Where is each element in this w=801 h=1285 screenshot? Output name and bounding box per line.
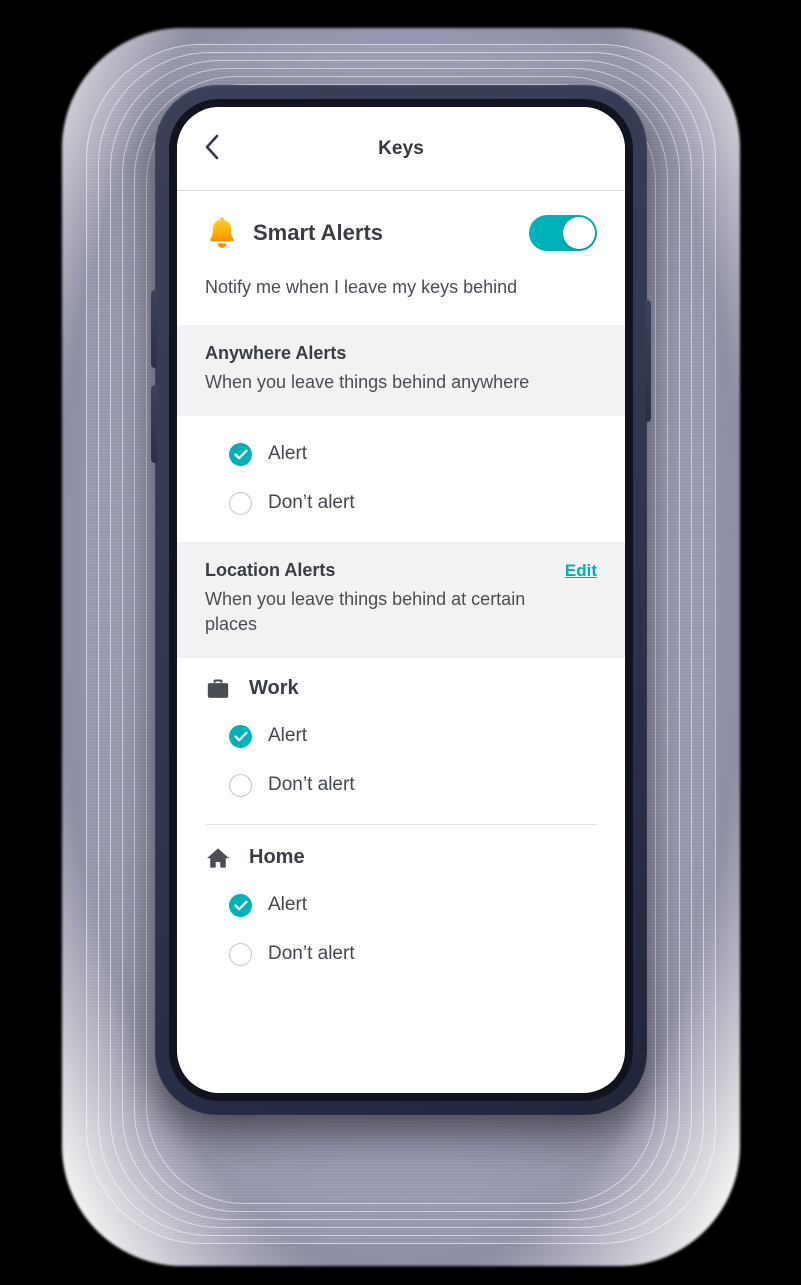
option-row-alert[interactable]: Alert [177, 430, 625, 479]
place-group-work: Work Alert Don’t alert [177, 657, 625, 814]
option-label: Alert [268, 443, 308, 465]
smart-alerts-section: Smart Alerts Notify me when I leave my k… [177, 191, 625, 326]
back-button[interactable] [191, 129, 231, 169]
anywhere-alerts-header: Anywhere Alerts When you leave things be… [177, 325, 625, 416]
radio-selected-icon[interactable] [229, 893, 252, 917]
bell-icon [205, 216, 239, 250]
phone-screen: Keys Smart Alerts Notify me when I leave… [177, 107, 625, 1093]
option-row-dont-alert[interactable]: Don’t alert [177, 930, 625, 979]
radio-selected-icon[interactable] [229, 442, 252, 466]
place-header-home: Home [177, 831, 625, 879]
place-divider [205, 823, 597, 825]
location-alerts-header: Location Alerts Edit When you leave thin… [177, 541, 625, 658]
location-alerts-header-top: Location Alerts Edit [205, 560, 597, 581]
radio-unselected-icon[interactable] [229, 942, 252, 966]
anywhere-alerts-subtitle: When you leave things behind anywhere [205, 372, 530, 393]
page-title: Keys [378, 137, 424, 159]
location-alerts-subtitle: When you leave things behind at certain … [205, 588, 526, 635]
toggle-knob [563, 217, 595, 249]
place-group-home: Home Alert Don’t alert [177, 826, 625, 983]
anywhere-alerts-options: Alert Don’t alert [177, 415, 625, 542]
chevron-left-icon [203, 133, 220, 164]
option-label: Alert [268, 894, 308, 916]
option-row-alert[interactable]: Alert [177, 712, 625, 761]
nav-bar: Keys [177, 107, 625, 191]
option-row-dont-alert[interactable]: Don’t alert [177, 761, 625, 810]
home-icon [205, 845, 231, 871]
smart-alerts-label-group: Smart Alerts [205, 216, 383, 250]
work-options: Alert Don’t alert [177, 709, 625, 814]
briefcase-icon [205, 676, 231, 702]
screenshot-stage: Keys Smart Alerts Notify me when I leave… [0, 0, 801, 1285]
option-label: Alert [268, 725, 308, 747]
option-label: Don’t alert [268, 492, 355, 514]
location-alerts-title: Location Alerts [205, 559, 336, 580]
volume-down-button[interactable] [151, 385, 157, 463]
place-name: Work [249, 677, 299, 700]
phone-device-frame: Keys Smart Alerts Notify me when I leave… [151, 85, 651, 1115]
edit-link[interactable]: Edit [565, 561, 597, 581]
smart-alerts-row: Smart Alerts [205, 215, 597, 251]
option-label: Don’t alert [268, 774, 355, 796]
anywhere-alerts-title: Anywhere Alerts [205, 343, 347, 364]
place-name: Home [249, 846, 305, 869]
radio-unselected-icon[interactable] [229, 773, 252, 797]
anywhere-alerts-header-top: Anywhere Alerts [205, 343, 597, 364]
radio-selected-icon[interactable] [229, 724, 252, 748]
option-row-alert[interactable]: Alert [177, 881, 625, 930]
home-options: Alert Don’t alert [177, 878, 625, 983]
place-header-work: Work [177, 662, 625, 710]
radio-unselected-icon[interactable] [229, 491, 252, 515]
smart-alerts-toggle[interactable] [529, 215, 597, 251]
smart-alerts-subtitle: Notify me when I leave my keys behind [205, 277, 518, 297]
option-label: Don’t alert [268, 943, 355, 965]
smart-alerts-title: Smart Alerts [253, 220, 384, 245]
option-row-dont-alert[interactable]: Don’t alert [177, 479, 625, 528]
power-button[interactable] [645, 300, 651, 422]
volume-up-button[interactable] [151, 290, 157, 368]
